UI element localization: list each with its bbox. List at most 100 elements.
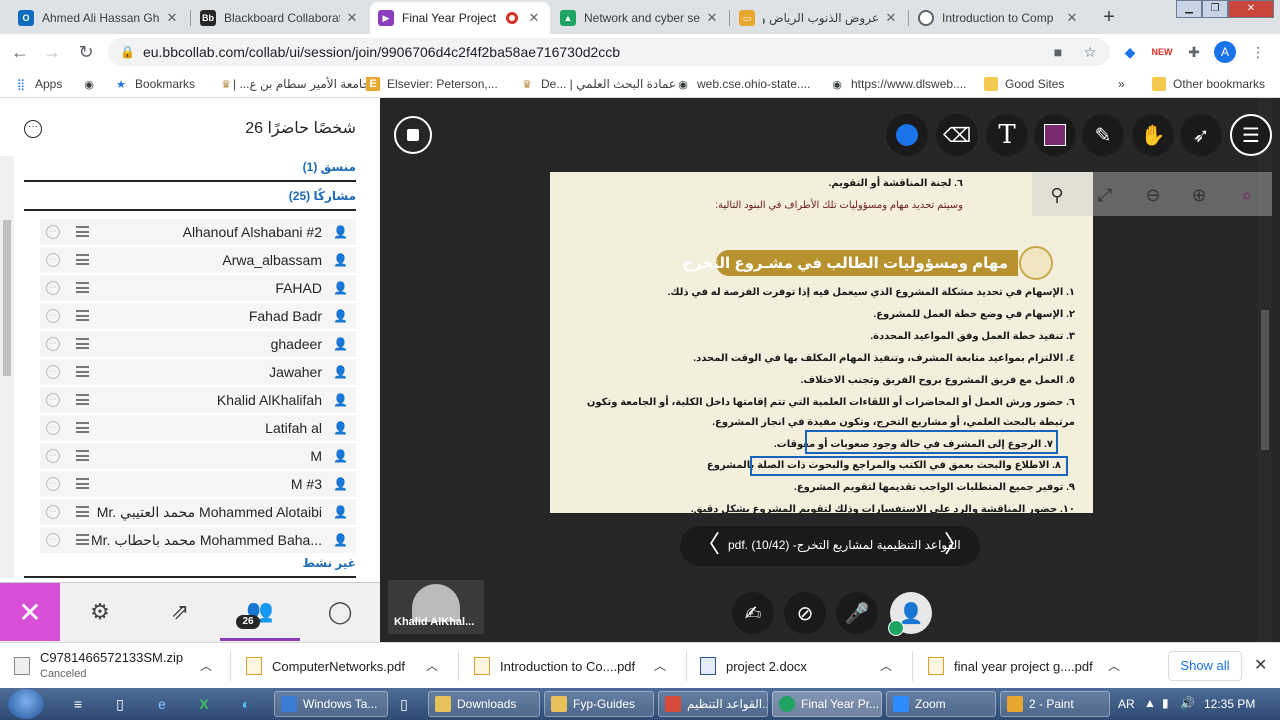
bookmark-item[interactable]: ◉: [82, 75, 103, 93]
fit-button[interactable]: ⤢: [1092, 182, 1118, 208]
chevron-up-icon[interactable]: ︿: [1108, 657, 1120, 674]
participant-row[interactable]: ··· M #3 👤: [40, 471, 356, 497]
participant-scrollbar[interactable]: [0, 156, 14, 578]
download-item[interactable]: ComputerNetworks.pdf ︿: [246, 643, 438, 689]
more-icon[interactable]: ···: [46, 477, 60, 491]
back-button[interactable]: ←: [8, 40, 32, 64]
microphone-button[interactable]: 🎤: [836, 592, 878, 634]
bookmark-apps[interactable]: ⣿ Apps: [14, 75, 62, 93]
close-panel-button[interactable]: ✕: [0, 583, 60, 641]
bookmark-university[interactable]: جامعة الأمير سطام بن ع... | ♛: [212, 75, 370, 93]
participant-row[interactable]: ··· Arwa_albassam 👤: [40, 247, 356, 273]
download-item[interactable]: project 2.docx ︿: [700, 643, 892, 689]
more-icon[interactable]: ···: [46, 421, 60, 435]
close-icon[interactable]: ✕: [526, 10, 542, 26]
participant-row[interactable]: ··· Khalid AlKhalifah 👤: [40, 387, 356, 413]
minimize-button[interactable]: ▁: [1176, 0, 1202, 18]
more-icon[interactable]: ···: [46, 393, 60, 407]
quick-launch-icon[interactable]: ▯: [110, 694, 130, 714]
more-icon[interactable]: ···: [46, 225, 60, 239]
share-content-button[interactable]: ⇗: [140, 583, 220, 641]
quick-launch-icon[interactable]: ≡: [68, 694, 88, 714]
close-icon[interactable]: ✕: [344, 10, 360, 26]
taskbar-item[interactable]: Windows Ta...: [274, 691, 388, 717]
taskbar-item[interactable]: Fyp-Guides: [544, 691, 654, 717]
share-screen-button[interactable]: ✍: [732, 592, 774, 634]
taskbar-item[interactable]: Final Year Pr...: [772, 691, 882, 717]
more-icon[interactable]: ···: [46, 449, 60, 463]
more-icon[interactable]: ···: [46, 337, 60, 351]
actual-size-button[interactable]: ⚲: [1044, 182, 1070, 208]
window-close-button[interactable]: ✕: [1228, 0, 1274, 18]
tab-blackboard[interactable]: Bb Blackboard Collaborat ✕: [192, 2, 368, 34]
maximize-button[interactable]: ❐: [1202, 0, 1228, 18]
tab-final-year-project[interactable]: ▶ Final Year Project ✕: [370, 2, 550, 34]
participant-row[interactable]: ··· Mr. محمد العتيبي Mohammed Alotaibi 👤: [40, 499, 356, 525]
close-downloads-icon[interactable]: ✕: [1254, 655, 1267, 675]
taskbar-item[interactable]: Zoom: [886, 691, 996, 717]
more-icon[interactable]: ···: [46, 533, 60, 547]
tab-network-cyber[interactable]: ▲ Network and cyber se ✕: [552, 2, 728, 34]
download-item[interactable]: final year project g....pdf ︿: [928, 643, 1120, 689]
participant-header[interactable]: مشاركًا (25): [289, 189, 356, 203]
zoom-in-button[interactable]: ⊕: [1186, 182, 1212, 208]
bookmark-dlsweb[interactable]: ◉ https://www.dlsweb....: [830, 75, 966, 93]
participant-row[interactable]: ··· Alhanouf Alshabani #2 👤: [40, 219, 356, 245]
bookmark-good-sites[interactable]: Good Sites: [984, 75, 1064, 93]
chevron-up-icon[interactable]: ︿: [426, 657, 438, 674]
tray-chevron-icon[interactable]: ▲: [1144, 696, 1156, 710]
pencil-tool-button[interactable]: ✎: [1082, 114, 1124, 156]
participant-row[interactable]: ··· Fahad Badr 👤: [40, 303, 356, 329]
clock[interactable]: 12:35 PM: [1204, 697, 1255, 711]
bookmarks-overflow-chevron[interactable]: »: [1118, 75, 1125, 93]
volume-icon[interactable]: 🔊: [1180, 696, 1195, 710]
start-button[interactable]: [8, 689, 44, 719]
close-icon[interactable]: ✕: [164, 10, 180, 26]
tab-slides[interactable]: ▭ عروض الذنوب الرياض والـ الدرق ✕: [731, 2, 907, 34]
profile-avatar[interactable]: A: [1214, 41, 1236, 63]
taskbar-item[interactable]: القواعد التنظيم...: [658, 691, 768, 717]
participant-row[interactable]: ··· FAHAD 👤: [40, 275, 356, 301]
close-icon[interactable]: ✕: [704, 10, 720, 26]
more-icon[interactable]: ···: [46, 253, 60, 267]
forward-button[interactable]: →: [40, 40, 64, 64]
participant-row[interactable]: ··· M 👤: [40, 443, 356, 469]
bookmark-ohio-state[interactable]: ◉ web.cse.ohio-state....: [676, 75, 810, 93]
bookmark-elsevier[interactable]: E Elsevier: Peterson,...: [366, 75, 498, 93]
new-tab-button[interactable]: +: [1096, 5, 1122, 31]
camera-toggle-button[interactable]: ⊘: [784, 592, 826, 634]
attendees-button[interactable]: 👥: [220, 583, 300, 641]
camera-icon[interactable]: ■: [1048, 42, 1068, 62]
shape-tool-button[interactable]: [1034, 114, 1076, 156]
excel-icon[interactable]: X: [194, 694, 214, 714]
chevron-up-icon[interactable]: ︿: [880, 657, 892, 674]
new-extension-icon[interactable]: NEW: [1150, 42, 1174, 62]
ie-icon[interactable]: e: [152, 694, 172, 714]
video-tile[interactable]: Khalid AlKhal...: [388, 580, 484, 634]
close-icon[interactable]: ✕: [883, 10, 899, 26]
more-icon[interactable]: ···: [46, 281, 60, 295]
chat-button[interactable]: ◯: [300, 583, 380, 641]
quick-launch-icon[interactable]: ▯: [394, 694, 414, 714]
language-indicator[interactable]: AR: [1118, 697, 1135, 711]
zoom-menu-button[interactable]: ⌕: [1234, 182, 1260, 208]
settings-button[interactable]: ⚙: [60, 583, 140, 641]
network-icon[interactable]: ▮: [1162, 696, 1169, 710]
taskbar-item[interactable]: 2 - Paint: [1000, 691, 1110, 717]
reload-button[interactable]: ↻: [74, 40, 98, 64]
participant-row[interactable]: ··· Mr. محمد باحطاب Mohammed Baha... 👤: [40, 527, 356, 553]
chevron-up-icon[interactable]: ︿: [200, 657, 212, 674]
session-menu-button[interactable]: ☰: [1230, 114, 1272, 156]
close-icon[interactable]: ✕: [1064, 10, 1080, 26]
extension-shield-icon[interactable]: ◆: [1120, 42, 1140, 62]
bookmark-bookmarks[interactable]: ★ Bookmarks: [114, 75, 195, 93]
participant-row[interactable]: ··· ghadeer 👤: [40, 331, 356, 357]
pan-tool-button[interactable]: ✋: [1132, 114, 1174, 156]
text-tool-button[interactable]: T: [986, 114, 1028, 156]
inactive-header[interactable]: غير نشط: [303, 556, 356, 570]
taskbar-item[interactable]: Downloads: [428, 691, 540, 717]
bookmark-research-deanship[interactable]: ♛ De... | عمادة البحث العلمي: [520, 75, 676, 93]
zoom-out-button[interactable]: ⊖: [1140, 182, 1166, 208]
eraser-button[interactable]: ⌫: [936, 114, 978, 156]
my-status-button[interactable]: 👤: [888, 592, 932, 636]
